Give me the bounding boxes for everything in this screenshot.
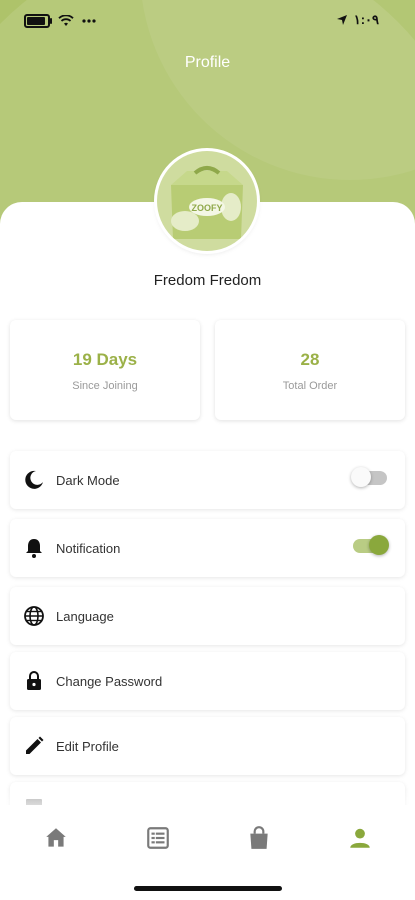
moon-icon — [25, 470, 43, 489]
setting-label: Dark Mode — [56, 473, 120, 488]
shopping-bag-icon[interactable] — [246, 825, 272, 851]
setting-language[interactable]: Language — [10, 587, 405, 645]
bell-icon — [26, 539, 42, 558]
notification-toggle[interactable] — [353, 535, 389, 555]
status-time: ١:٠٩ — [353, 12, 379, 27]
stat-label: Since Joining — [72, 380, 138, 392]
home-indicator — [134, 886, 282, 891]
person-icon[interactable] — [347, 825, 373, 851]
stat-card-orders: 28 Total Order — [215, 320, 405, 420]
setting-dark-mode[interactable]: Dark Mode — [10, 451, 405, 509]
stat-card-joining: 19 Days Since Joining — [10, 320, 200, 420]
stat-value: 28 — [300, 350, 320, 369]
setting-edit-profile[interactable]: Edit Profile — [10, 717, 405, 775]
profile-name: Fredom Fredom — [153, 272, 262, 289]
stat-label: Total Order — [282, 380, 338, 392]
avatar[interactable]: ZOOFY — [157, 151, 257, 251]
setting-label: Edit Profile — [56, 739, 119, 754]
setting-change-password[interactable]: Change Password — [10, 652, 405, 710]
dark-mode-toggle[interactable] — [351, 467, 387, 487]
setting-label: Change Password — [56, 674, 163, 689]
page-title: Profile — [184, 54, 231, 71]
setting-label: Notification — [56, 541, 121, 556]
avatar-logo-text: ZOOFY — [192, 203, 223, 213]
wifi-icon — [58, 15, 74, 26]
pencil-icon — [26, 736, 44, 754]
setting-notification[interactable]: Notification — [10, 519, 405, 577]
location-arrow-icon — [336, 15, 347, 25]
stat-value: 19 Days — [72, 350, 138, 369]
lock-icon — [27, 671, 41, 690]
globe-icon — [24, 606, 44, 626]
status-bar: ١:٠٩ — [0, 0, 415, 44]
avatar-image: ZOOFY — [157, 151, 257, 251]
home-icon[interactable] — [43, 825, 69, 851]
signal-icon — [82, 19, 96, 23]
orders-list-icon[interactable] — [145, 825, 171, 851]
setting-label: Language — [56, 609, 114, 624]
battery-icon — [24, 14, 52, 28]
